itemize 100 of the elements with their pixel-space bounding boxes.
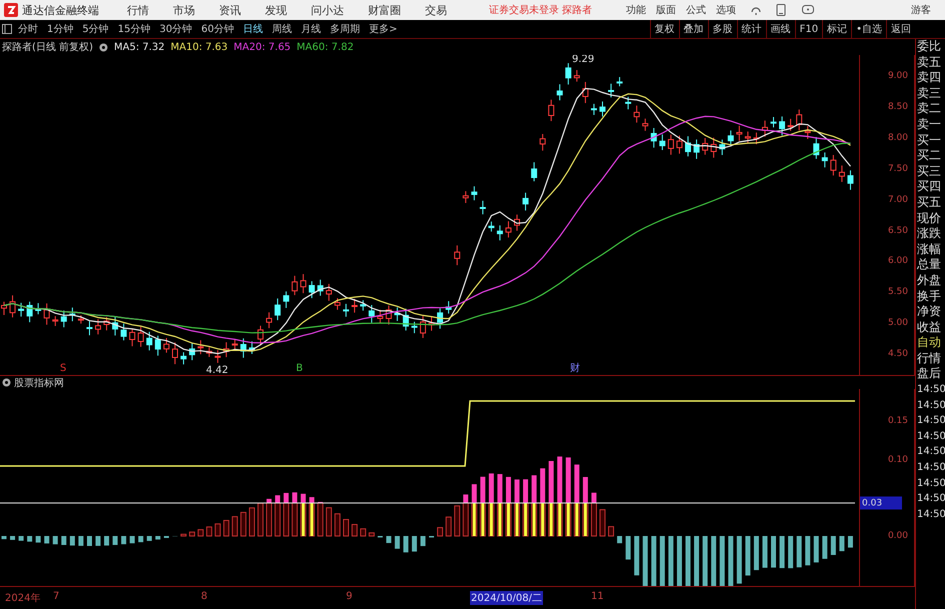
quote-field-label: 盘后 <box>916 366 942 382</box>
menu-item[interactable]: 交易 <box>425 2 447 18</box>
quote-field-label: 委比 <box>916 39 942 55</box>
signal-marker: 财 <box>570 363 580 374</box>
price-tick: 6.00 <box>888 256 908 266</box>
date-label: 2024/10/08/二 <box>470 591 544 605</box>
quote-field-label: 14:50 <box>916 476 945 491</box>
period-tab[interactable]: 月线 <box>300 22 321 36</box>
quote-field-label: 涨幅 <box>916 242 942 258</box>
user-name[interactable]: 游客 <box>911 3 931 17</box>
message-icon[interactable] <box>802 5 814 15</box>
low-price-label: 4.42 <box>206 365 228 375</box>
quote-field-label: 14:50 <box>916 492 945 506</box>
quote-field-label: 行情 <box>916 350 942 366</box>
quote-field-label: 14:50 <box>916 430 945 444</box>
chart-title: 探路者(日线 前复权) <box>2 40 93 54</box>
app-title: 通达信金融终端 <box>22 2 99 18</box>
price-tick: 8.00 <box>888 132 908 143</box>
chart-button[interactable]: 返回 <box>886 20 915 38</box>
app-logo-icon <box>4 3 18 17</box>
quote-field-label: 14:50 <box>916 508 945 522</box>
period-tab[interactable]: 30分钟 <box>159 22 192 36</box>
date-label: 9 <box>345 591 354 602</box>
date-label: 11 <box>590 591 605 602</box>
moving-average-label: MA60: 7.82 <box>296 42 354 52</box>
quote-field-label: 外盘 <box>916 272 942 288</box>
price-tick: 6.50 <box>888 226 908 236</box>
chart-button[interactable]: 画线 <box>766 20 795 38</box>
quote-field-label: 买五 <box>916 194 942 211</box>
period-tab[interactable]: 15分钟 <box>118 22 150 36</box>
period-tab[interactable]: 更多> <box>368 22 398 36</box>
price-tick: 5.50 <box>888 287 908 298</box>
quote-field-label: 收益 <box>916 320 942 336</box>
quote-field-label: 总量 <box>916 257 942 273</box>
moving-average-label: MA20: 7.65 <box>234 42 291 52</box>
quote-field-label: 卖二 <box>916 101 942 117</box>
period-tab[interactable]: 日线 <box>242 22 263 36</box>
phone-icon[interactable] <box>776 4 786 16</box>
menu-tool[interactable]: 公式 <box>686 3 706 17</box>
high-price-label: 9.29 <box>572 55 594 66</box>
menu-tool[interactable]: 功能 <box>626 3 646 17</box>
chart-button[interactable]: 复权 <box>650 20 679 38</box>
chart-button[interactable]: 统计 <box>736 20 766 38</box>
current-value-label: 0.03 <box>860 496 902 510</box>
chart-button[interactable]: •自选 <box>851 20 886 38</box>
menu-item[interactable]: 财富圈 <box>368 2 401 18</box>
moving-average-label: MA10: 7.63 <box>170 42 228 52</box>
date-label: 7 <box>52 591 60 602</box>
chart-button[interactable]: 多股 <box>708 20 737 38</box>
quote-field-label: 14:50 <box>916 383 945 398</box>
period-tab[interactable]: 分时 <box>18 22 38 36</box>
quote-field-label: 换手 <box>916 288 942 304</box>
period-tab[interactable]: 周线 <box>272 22 292 36</box>
quote-field-label: 买三 <box>916 164 942 180</box>
indicator-tick: 0.15 <box>888 416 908 426</box>
date-label: 2024年 <box>4 592 42 605</box>
chart-button[interactable]: 叠加 <box>678 20 708 38</box>
price-tick: 7.50 <box>888 164 908 174</box>
period-tab[interactable]: 5分钟 <box>82 22 109 36</box>
indicator-title: 股票指标网 <box>14 376 64 390</box>
period-tab[interactable]: 60分钟 <box>201 22 234 36</box>
period-tab[interactable]: 多周期 <box>330 22 360 36</box>
quote-field-label: 买四 <box>916 179 942 195</box>
quote-field-label: 卖一 <box>916 116 942 133</box>
indicator-tick: 0.00 <box>888 531 908 541</box>
quote-field-label: 卖三 <box>916 86 942 102</box>
moving-average-label: MA5: 7.32 <box>114 42 165 52</box>
settings-icon[interactable] <box>2 378 11 387</box>
price-tick: 8.50 <box>888 102 908 112</box>
quote-field-label: 自动 <box>916 335 942 351</box>
quote-field-label: 14:50 <box>916 414 945 428</box>
login-notice[interactable]: 证券交易未登录 探路者 <box>489 3 592 17</box>
menu-tool[interactable]: 版面 <box>656 3 676 17</box>
menu-tool[interactable]: 选项 <box>716 3 736 17</box>
panel-toggle-icon[interactable] <box>2 24 12 34</box>
quote-field-label: 卖五 <box>916 54 942 70</box>
signal-marker: S <box>60 363 66 374</box>
price-tick: 7.00 <box>888 194 908 205</box>
menu-item[interactable]: 问小达 <box>311 2 344 18</box>
menu-item[interactable]: 市场 <box>173 2 195 18</box>
menu-item[interactable]: 资讯 <box>219 2 241 18</box>
quote-field-label: 14:50 <box>916 461 945 476</box>
settings-icon[interactable] <box>98 42 108 52</box>
quote-field-label: 14:50 <box>916 445 945 460</box>
quote-field-label: 现价 <box>916 210 942 226</box>
quote-field-label: 买一 <box>916 132 942 148</box>
menu-item[interactable]: 行情 <box>127 2 149 18</box>
quote-field-label: 买二 <box>916 148 942 164</box>
indicator-tick: 0.10 <box>888 455 908 465</box>
price-tick: 4.50 <box>888 349 908 360</box>
menu-item[interactable]: 发现 <box>265 2 287 18</box>
quote-field-label: 净资 <box>916 304 942 320</box>
quote-field-label: 14:50 <box>916 398 945 413</box>
price-tick: 9.00 <box>888 71 908 81</box>
chart-button[interactable]: F10 <box>794 20 822 38</box>
date-label: 8 <box>200 591 208 602</box>
price-tick: 5.00 <box>888 318 908 328</box>
period-tab[interactable]: 1分钟 <box>47 22 74 36</box>
quote-field-label: 涨跌 <box>916 226 942 242</box>
chart-button[interactable]: 标记 <box>822 20 852 38</box>
